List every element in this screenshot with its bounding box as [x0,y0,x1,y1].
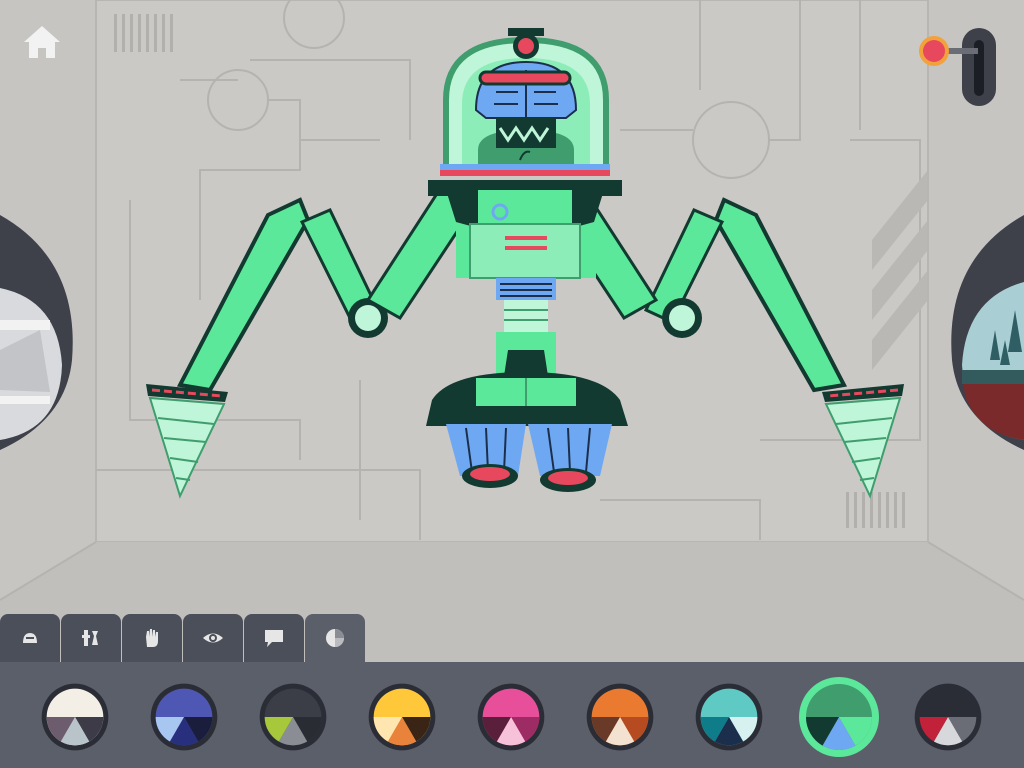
color-swatch-teal[interactable] [694,682,764,752]
tab-colors[interactable] [305,614,365,662]
color-swatch-icon [586,683,654,751]
hand-icon [146,629,158,647]
robot-head-icon [23,633,37,643]
color-wheel-icon [326,629,344,647]
tab-speech[interactable] [244,614,304,662]
color-swatch-yellow[interactable] [367,682,437,752]
color-swatch-icon [477,683,545,751]
category-tabbar [0,614,366,662]
speech-bubble-icon [265,630,283,647]
color-swatch-icon [799,677,879,757]
color-swatch-icon [368,683,436,751]
power-lever[interactable] [912,22,1002,112]
tab-body[interactable] [0,614,60,662]
eye-icon [203,633,223,643]
color-swatch-icon [41,683,109,751]
tab-eyes[interactable] [183,614,243,662]
color-swatch-cream[interactable] [40,682,110,752]
color-palette-bar [0,662,1024,768]
home-icon [24,26,60,58]
color-swatch-charcoal[interactable] [258,682,328,752]
color-swatch-icon [150,683,218,751]
tab-parts[interactable] [61,614,121,662]
color-swatch-green[interactable] [797,675,881,759]
tab-hands[interactable] [122,614,182,662]
color-swatch-icon [914,683,982,751]
color-swatch-icon [259,683,327,751]
color-swatch-indigo[interactable] [149,682,219,752]
color-swatch-black[interactable] [913,682,983,752]
lever-switch-icon [919,28,996,106]
color-swatch-icon [695,683,763,751]
home-button[interactable] [20,22,64,62]
wrench-parts-icon [82,630,98,646]
color-swatch-pink[interactable] [476,682,546,752]
color-swatch-orange[interactable] [585,682,655,752]
